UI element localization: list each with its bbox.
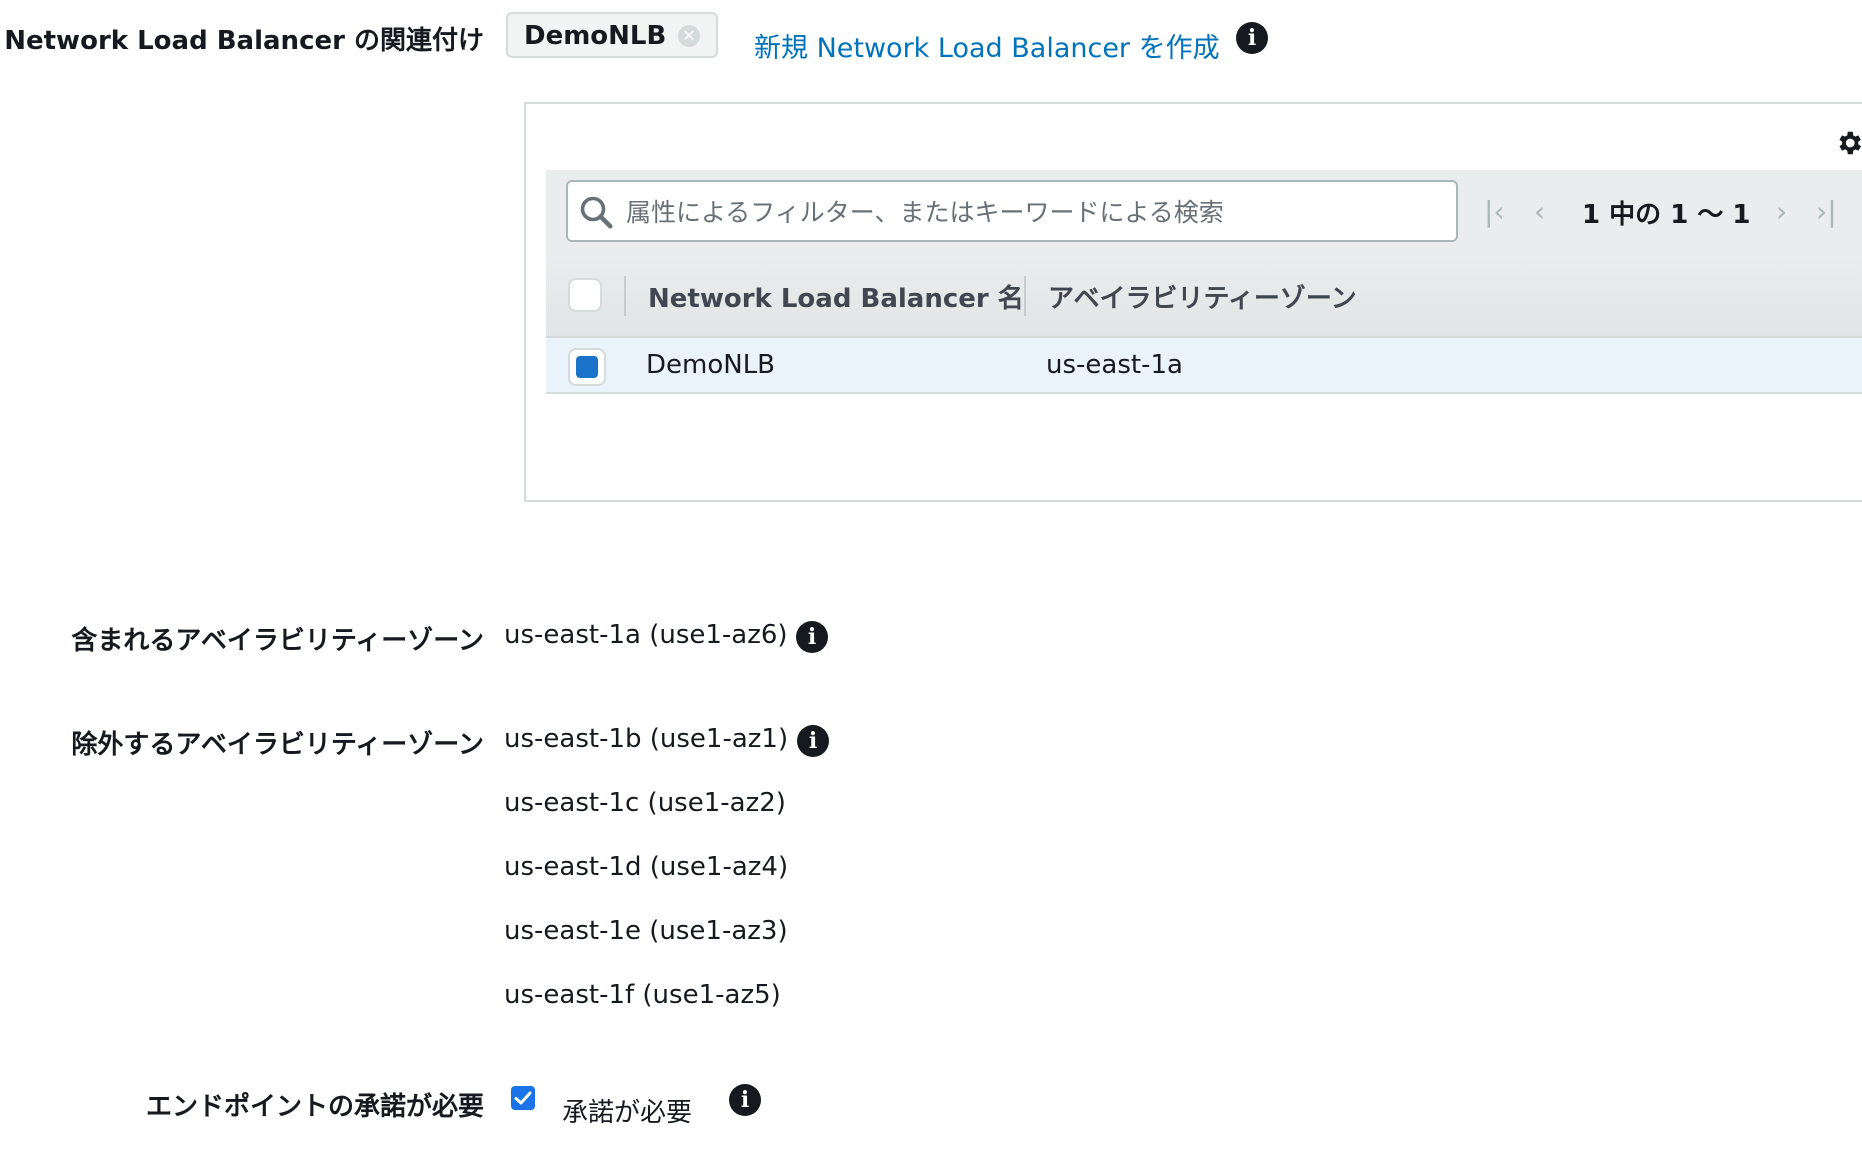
- create-nlb-link[interactable]: 新規 Network Load Balancer を作成: [754, 26, 1220, 65]
- row-checkbox-checked-indicator: [576, 356, 598, 378]
- first-page-icon[interactable]: |‹: [1484, 194, 1505, 230]
- excluded-azs-label: 除外するアベイラビリティーゾーン: [71, 730, 484, 760]
- search-box: [566, 180, 1458, 242]
- cell-nlb-name: DemoNLB: [646, 350, 776, 380]
- info-icon[interactable]: i: [729, 1084, 761, 1116]
- cell-nlb-az: us-east-1a: [1046, 350, 1183, 380]
- included-azs-label: 含まれるアベイラビリティーゾーン: [71, 626, 484, 656]
- select-all-checkbox[interactable]: [568, 278, 602, 312]
- gear-icon[interactable]: [1834, 128, 1862, 158]
- excluded-az-value: us-east-1b (use1-az1): [504, 724, 789, 754]
- column-header-name[interactable]: Network Load Balancer 名: [648, 278, 1024, 315]
- pagination-text: 1 中の 1 〜 1: [1582, 200, 1751, 230]
- prev-page-icon[interactable]: ‹: [1534, 194, 1545, 230]
- association-label: Network Load Balancer の関連付け: [4, 26, 484, 56]
- check-icon: [514, 1091, 532, 1105]
- included-az-value: us-east-1a (use1-az6): [504, 620, 788, 650]
- excluded-az-value: us-east-1d (use1-az4): [504, 852, 789, 882]
- close-circle-icon[interactable]: ✕: [678, 25, 700, 47]
- column-divider: [624, 276, 626, 316]
- column-header-az[interactable]: アベイラビリティーゾーン: [1048, 278, 1357, 315]
- column-divider: [1024, 276, 1026, 316]
- search-icon: [580, 196, 613, 229]
- next-page-icon[interactable]: ›: [1776, 194, 1787, 230]
- info-icon[interactable]: i: [797, 725, 829, 757]
- search-input[interactable]: [624, 188, 1448, 236]
- row-checkbox[interactable]: [568, 348, 606, 386]
- acceptance-checkbox-label[interactable]: 承諾が必要: [562, 1092, 692, 1129]
- acceptance-label: エンドポイントの承諾が必要: [145, 1092, 484, 1122]
- token-label: DemoNLB: [524, 21, 667, 51]
- info-icon[interactable]: i: [1236, 22, 1268, 54]
- info-icon[interactable]: i: [796, 621, 828, 653]
- excluded-az-value: us-east-1c (use1-az2): [504, 788, 786, 818]
- acceptance-checkbox[interactable]: [511, 1086, 535, 1110]
- last-page-icon[interactable]: ›|: [1816, 194, 1837, 230]
- excluded-az-value: us-east-1e (use1-az3): [504, 916, 788, 946]
- selected-nlb-token: DemoNLB ✕: [506, 12, 718, 58]
- excluded-az-value: us-east-1f (use1-az5): [504, 980, 781, 1010]
